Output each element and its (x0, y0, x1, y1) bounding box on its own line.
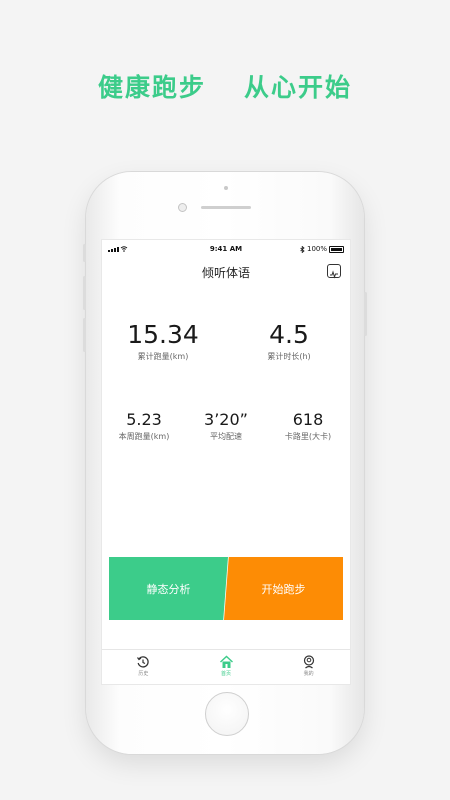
tab-history[interactable]: 历史 (102, 650, 185, 684)
battery-percent: 100% (306, 245, 327, 253)
battery-icon (329, 245, 344, 253)
week-distance-value: 5.23 (126, 410, 162, 429)
phone-home-button[interactable] (205, 692, 249, 736)
tab-history-label: 历史 (138, 671, 149, 677)
tab-home[interactable]: 首页 (185, 650, 268, 684)
tab-bar: 历史 首页 我的 (102, 649, 350, 684)
home-icon (219, 654, 234, 669)
stat-total-duration: 4.5 累计时长(h) (244, 320, 334, 362)
page-title: 倾听体语 (201, 266, 250, 280)
stat-calories: 618 卡路里(大卡) (274, 410, 342, 442)
bluetooth-icon (300, 245, 305, 253)
tab-profile-label: 我的 (303, 671, 314, 677)
static-analysis-button[interactable]: 静态分析 (109, 557, 228, 620)
phone-sensor (224, 186, 228, 190)
stat-avg-pace: 3’20” 平均配速 (192, 410, 260, 442)
status-bar: 9:41 AM 100% (102, 244, 350, 256)
start-run-button[interactable]: 开始跑步 (224, 557, 343, 620)
stat-total-distance: 15.34 累计跑量(km) (118, 320, 208, 362)
phone-camera (178, 203, 187, 212)
slogan-left: 健康跑步 (97, 73, 206, 102)
total-distance-value: 15.34 (127, 320, 199, 349)
phone-volume-up (83, 276, 86, 310)
phone-speaker (201, 206, 251, 209)
phone-volume-down (83, 318, 86, 352)
total-distance-label: 累计跑量(km) (137, 352, 189, 361)
calories-value: 618 (292, 410, 324, 429)
heartbeat-icon[interactable] (327, 264, 341, 279)
history-icon (136, 654, 150, 669)
tab-home-label: 首页 (221, 671, 232, 677)
stat-week-distance: 5.23 本周跑量(km) (110, 410, 178, 442)
phone-side-button (83, 244, 86, 262)
phone-power-button (364, 292, 367, 336)
week-distance-label: 本周跑量(km) (118, 432, 170, 441)
slogan: 健康跑步 从心开始 (0, 68, 450, 104)
tab-profile[interactable]: 我的 (267, 650, 350, 684)
slogan-right: 从心开始 (244, 73, 353, 102)
app-screen: 9:41 AM 100% 倾听体语 15.34 累计跑量(km) 4.5 累计时… (102, 240, 350, 684)
avg-pace-value: 3’20” (204, 410, 248, 429)
total-duration-label: 累计时长(h) (267, 352, 311, 361)
calories-label: 卡路里(大卡) (284, 432, 332, 441)
profile-icon (302, 654, 316, 669)
total-duration-value: 4.5 (269, 320, 309, 349)
avg-pace-label: 平均配速 (210, 432, 242, 441)
